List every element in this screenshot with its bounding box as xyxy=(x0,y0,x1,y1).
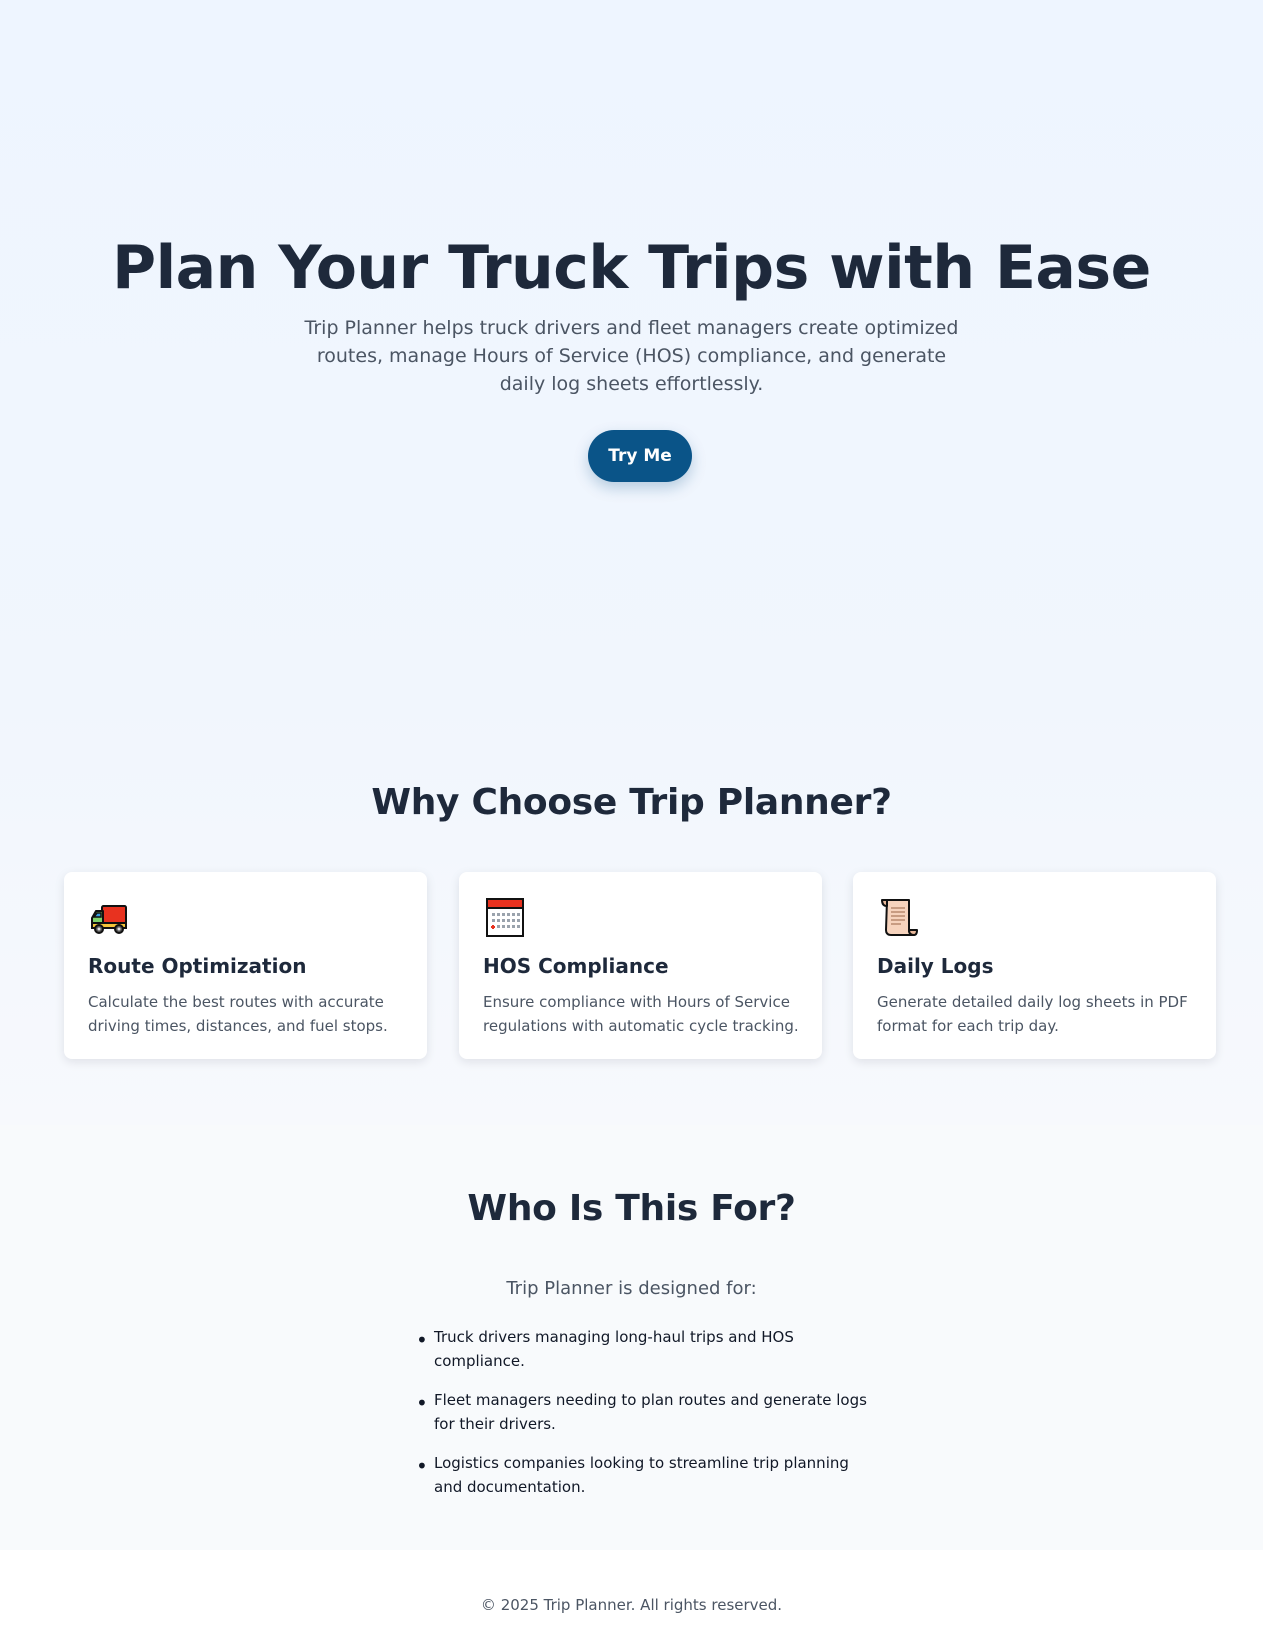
audience-list: Truck drivers managing long-haul trips a… xyxy=(414,1325,874,1499)
feature-card-hos-compliance: HOS Compliance Ensure compliance with Ho… xyxy=(459,872,822,1059)
hero-section: Plan Your Truck Trips with Ease Trip Pla… xyxy=(0,0,1263,700)
feature-card-text: Generate detailed daily log sheets in PD… xyxy=(877,993,1188,1035)
hero-subtitle: Trip Planner helps truck drivers and fle… xyxy=(304,317,959,395)
scroll-icon xyxy=(877,896,919,938)
list-item: Fleet managers needing to plan routes an… xyxy=(414,1388,874,1436)
hero-title: Plan Your Truck Trips with Ease xyxy=(112,233,1151,303)
audience-intro: Trip Planner is designed for: xyxy=(506,1278,757,1299)
feature-card-title: HOS Compliance xyxy=(483,954,669,978)
feature-card-daily-logs: Daily Logs Generate detailed daily log s… xyxy=(853,872,1216,1059)
list-item: Truck drivers managing long-haul trips a… xyxy=(414,1325,874,1373)
feature-card-route-optimization: Route Optimization Calculate the best ro… xyxy=(64,872,427,1059)
delivery-truck-icon xyxy=(88,896,130,938)
footer: © 2025 Trip Planner. All rights reserved… xyxy=(0,1550,1263,1640)
feature-card-text: Ensure compliance with Hours of Service … xyxy=(483,993,799,1035)
audience-title: Who Is This For? xyxy=(467,1188,796,1229)
copyright-text: © 2025 Trip Planner. All rights reserved… xyxy=(480,1596,783,1614)
feature-card-title: Daily Logs xyxy=(877,954,994,978)
list-item: Logistics companies looking to streamlin… xyxy=(414,1451,874,1499)
try-me-button[interactable]: Try Me xyxy=(588,430,692,482)
feature-card-title: Route Optimization xyxy=(88,954,307,978)
features-title: Why Choose Trip Planner? xyxy=(371,782,892,823)
features-section: Why Choose Trip Planner? Route Optimizat… xyxy=(0,700,1263,1125)
calendar-icon xyxy=(483,896,525,938)
audience-section: Who Is This For? Trip Planner is designe… xyxy=(0,1125,1263,1550)
landing-page: Plan Your Truck Trips with Ease Trip Pla… xyxy=(0,0,1263,1640)
feature-card-text: Calculate the best routes with accurate … xyxy=(88,993,388,1035)
